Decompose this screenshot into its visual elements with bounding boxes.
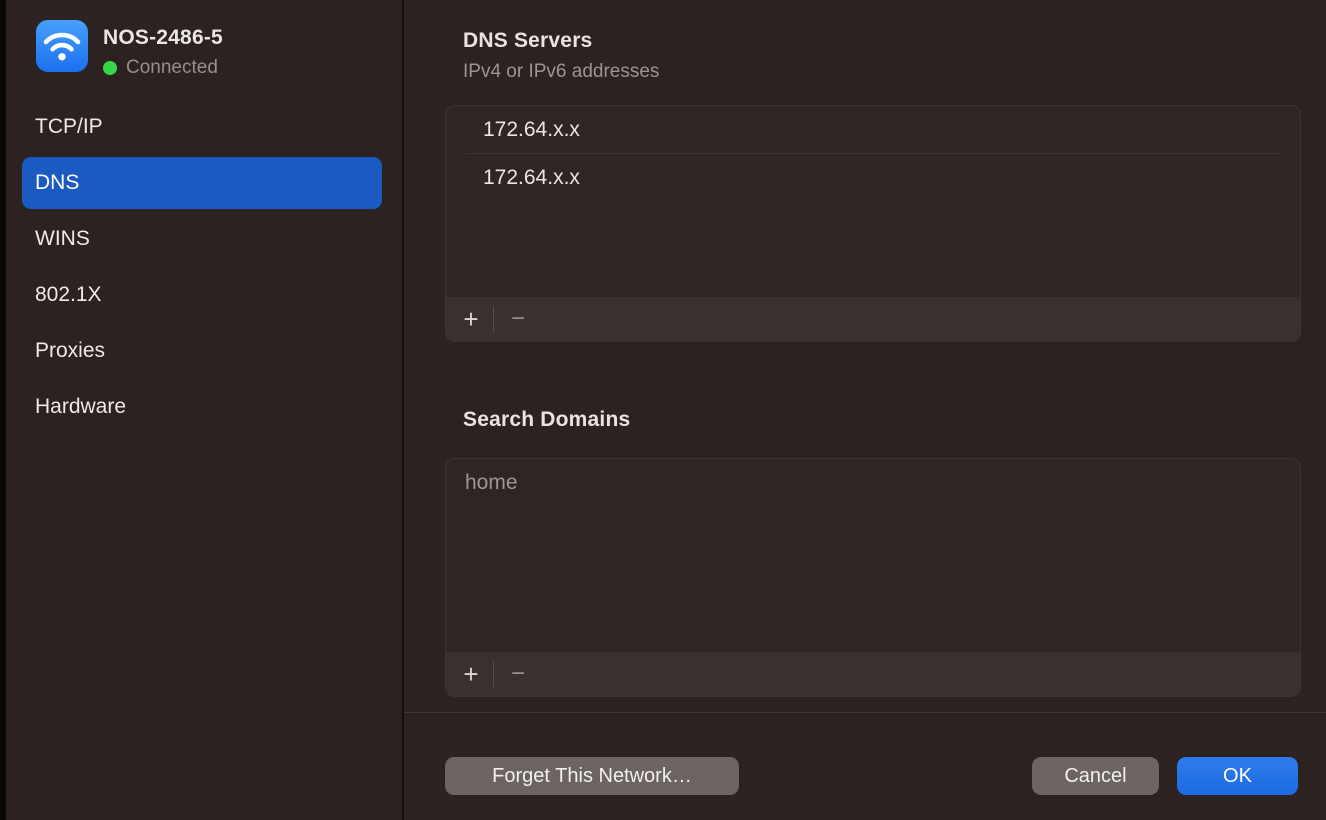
toolbar-separator [493,306,494,332]
dns-servers-title: DNS Servers [463,29,592,53]
sidebar-item-dns[interactable]: DNS [22,157,382,209]
search-domains-list: home + − [445,458,1301,697]
cancel-button[interactable]: Cancel [1032,757,1159,795]
sidebar-item-label: WINS [35,227,90,251]
sidebar-item-hardware[interactable]: Hardware [22,381,382,433]
dns-server-entry[interactable]: 172.64.x.x [446,106,1300,153]
sidebar-item-label: DNS [35,171,79,195]
dns-server-entry[interactable]: 172.64.x.x [446,154,1300,201]
wifi-details-sheet: NOS-2486-5 Connected TCP/IP DNS WINS 802… [0,0,1326,820]
dns-pane: DNS Servers IPv4 or IPv6 addresses 172.6… [404,0,1326,820]
connected-status-dot [103,61,117,75]
search-domains-toolbar: + − [446,652,1300,696]
remove-search-domain-button[interactable]: − [503,658,533,690]
sidebar-item-tcpip[interactable]: TCP/IP [22,101,382,153]
search-domain-entry[interactable]: home [446,459,1300,506]
sidebar-item-label: 802.1X [35,283,102,307]
search-domains-title: Search Domains [463,408,630,432]
dns-servers-list: 172.64.x.x 172.64.x.x + − [445,105,1301,342]
sidebar: NOS-2486-5 Connected TCP/IP DNS WINS 802… [6,0,402,820]
toolbar-separator [493,661,494,687]
sidebar-item-label: Proxies [35,339,105,363]
footer-divider [404,712,1326,713]
sidebar-item-label: Hardware [35,395,126,419]
ok-button[interactable]: OK [1177,757,1298,795]
sidebar-nav: TCP/IP DNS WINS 802.1X Proxies Hardware [22,101,382,437]
remove-dns-server-button[interactable]: − [503,303,533,335]
network-name: NOS-2486-5 [103,26,223,50]
dns-servers-subtitle: IPv4 or IPv6 addresses [463,61,659,83]
connected-status-label: Connected [126,57,218,79]
connection-status: Connected [103,57,218,79]
forget-network-button[interactable]: Forget This Network… [445,757,739,795]
sidebar-item-8021x[interactable]: 802.1X [22,269,382,321]
sidebar-item-wins[interactable]: WINS [22,213,382,265]
sidebar-item-label: TCP/IP [35,115,103,139]
add-search-domain-button[interactable]: + [456,658,486,690]
dns-servers-toolbar: + − [446,297,1300,341]
add-dns-server-button[interactable]: + [456,303,486,335]
sidebar-item-proxies[interactable]: Proxies [22,325,382,377]
wifi-icon [36,20,88,72]
